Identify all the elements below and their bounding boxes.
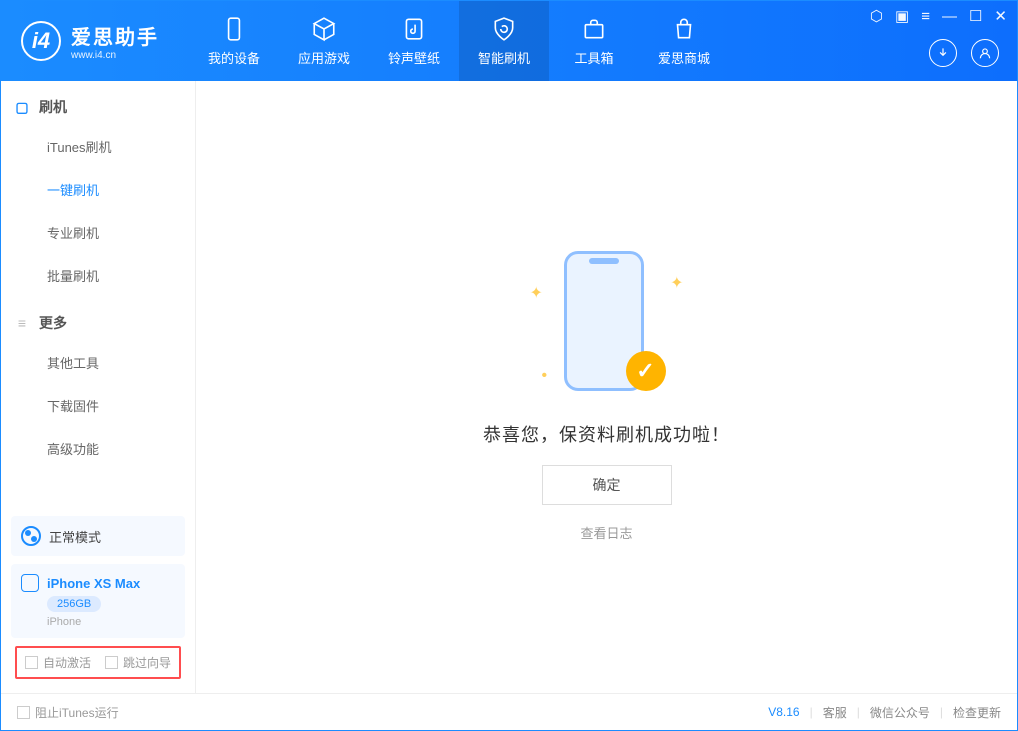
device-name: iPhone XS Max xyxy=(47,576,140,591)
app-subtitle: www.i4.cn xyxy=(71,50,159,61)
checkbox-icon xyxy=(17,706,30,719)
shirt-icon[interactable]: ⬡ xyxy=(870,7,883,25)
nav-tabs: 我的设备 应用游戏 铃声壁纸 智能刷机 工具箱 爱思商城 xyxy=(189,1,729,81)
mode-label: 正常模式 xyxy=(49,527,101,546)
close-button[interactable]: ✕ xyxy=(994,7,1007,25)
checkbox-icon xyxy=(105,656,118,669)
logo-area: i4 爱思助手 www.i4.cn xyxy=(1,21,179,61)
storage-badge: 256GB xyxy=(47,596,101,612)
view-log-link[interactable]: 查看日志 xyxy=(580,523,632,542)
tab-label: 铃声壁纸 xyxy=(388,48,440,67)
checkbox-icon xyxy=(25,656,38,669)
tab-apps-games[interactable]: 应用游戏 xyxy=(279,1,369,81)
wechat-link[interactable]: 微信公众号 xyxy=(870,704,930,721)
tab-label: 我的设备 xyxy=(208,48,260,67)
mode-icon xyxy=(21,526,41,546)
sidebar-item-other-tools[interactable]: 其他工具 xyxy=(1,341,195,384)
device-card[interactable]: iPhone XS Max 256GB iPhone xyxy=(11,564,185,638)
check-update-link[interactable]: 检查更新 xyxy=(953,704,1001,721)
highlighted-options: 自动激活 跳过向导 xyxy=(15,646,181,679)
grid-icon[interactable]: ▣ xyxy=(895,7,909,25)
toolbox-icon xyxy=(581,16,607,42)
phone-icon xyxy=(221,16,247,42)
user-button[interactable] xyxy=(971,39,999,67)
group-label: 更多 xyxy=(39,313,67,333)
tab-toolbox[interactable]: 工具箱 xyxy=(549,1,639,81)
checkbox-label: 自动激活 xyxy=(43,654,91,671)
sidebar-item-pro-flash[interactable]: 专业刷机 xyxy=(1,211,195,254)
mode-card[interactable]: 正常模式 xyxy=(11,516,185,556)
shield-refresh-icon xyxy=(491,16,517,42)
app-logo-icon: i4 xyxy=(21,21,61,61)
tab-my-device[interactable]: 我的设备 xyxy=(189,1,279,81)
sidebar-group-flash: ▢ 刷机 xyxy=(1,81,195,125)
checkbox-label: 阻止iTunes运行 xyxy=(35,704,119,721)
tab-label: 应用游戏 xyxy=(298,48,350,67)
app-header: i4 爱思助手 www.i4.cn 我的设备 应用游戏 铃声壁纸 智能刷机 工具… xyxy=(1,1,1017,81)
download-button[interactable] xyxy=(929,39,957,67)
tab-label: 智能刷机 xyxy=(478,48,530,67)
sidebar-group-more: ≡ 更多 xyxy=(1,297,195,341)
list-icon: ≡ xyxy=(15,316,29,330)
device-small-icon: ▢ xyxy=(15,100,29,114)
success-message: 恭喜您，保资料刷机成功啦！ xyxy=(483,421,730,447)
tab-label: 工具箱 xyxy=(574,48,613,67)
checkbox-auto-activate[interactable]: 自动激活 xyxy=(25,654,91,671)
sidebar: ▢ 刷机 iTunes刷机 一键刷机 专业刷机 批量刷机 ≡ 更多 其他工具 下… xyxy=(1,81,196,693)
tab-ring-wallpaper[interactable]: 铃声壁纸 xyxy=(369,1,459,81)
main-content: ✦ ✦ • ✓ 恭喜您，保资料刷机成功啦！ 确定 查看日志 xyxy=(196,81,1017,693)
window-controls: ⬡ ▣ ≡ — ☐ ✕ xyxy=(870,7,1007,25)
sidebar-item-download-firmware[interactable]: 下载固件 xyxy=(1,384,195,427)
header-right-icons xyxy=(929,39,999,67)
sparkle-icon: ✦ xyxy=(530,283,543,303)
support-link[interactable]: 客服 xyxy=(823,704,847,721)
app-title: 爱思助手 xyxy=(71,21,159,50)
maximize-button[interactable]: ☐ xyxy=(969,7,982,25)
minimize-button[interactable]: — xyxy=(942,8,957,25)
check-badge-icon: ✓ xyxy=(626,351,666,391)
bag-icon xyxy=(671,16,697,42)
checkbox-label: 跳过向导 xyxy=(123,654,171,671)
sidebar-item-batch-flash[interactable]: 批量刷机 xyxy=(1,254,195,297)
menu-icon[interactable]: ≡ xyxy=(921,8,930,25)
sparkle-icon: ✦ xyxy=(670,273,683,293)
device-type: iPhone xyxy=(47,616,81,628)
sparkle-icon: • xyxy=(542,367,548,385)
group-label: 刷机 xyxy=(39,97,67,117)
version-label: V8.16 xyxy=(768,705,799,719)
cube-icon xyxy=(311,16,337,42)
tab-label: 爱思商城 xyxy=(658,48,710,67)
checkbox-block-itunes[interactable]: 阻止iTunes运行 xyxy=(17,704,119,721)
music-file-icon xyxy=(401,16,427,42)
footer: 阻止iTunes运行 V8.16 | 客服 | 微信公众号 | 检查更新 xyxy=(1,693,1017,730)
sidebar-item-advanced[interactable]: 高级功能 xyxy=(1,427,195,470)
sidebar-item-oneclick-flash[interactable]: 一键刷机 xyxy=(1,168,195,211)
success-illustration: ✦ ✦ • ✓ xyxy=(522,233,692,403)
ok-button[interactable]: 确定 xyxy=(542,465,672,505)
device-icon xyxy=(21,574,39,592)
tab-smart-flash[interactable]: 智能刷机 xyxy=(459,1,549,81)
checkbox-skip-guide[interactable]: 跳过向导 xyxy=(105,654,171,671)
sidebar-item-itunes-flash[interactable]: iTunes刷机 xyxy=(1,125,195,168)
tab-store[interactable]: 爱思商城 xyxy=(639,1,729,81)
